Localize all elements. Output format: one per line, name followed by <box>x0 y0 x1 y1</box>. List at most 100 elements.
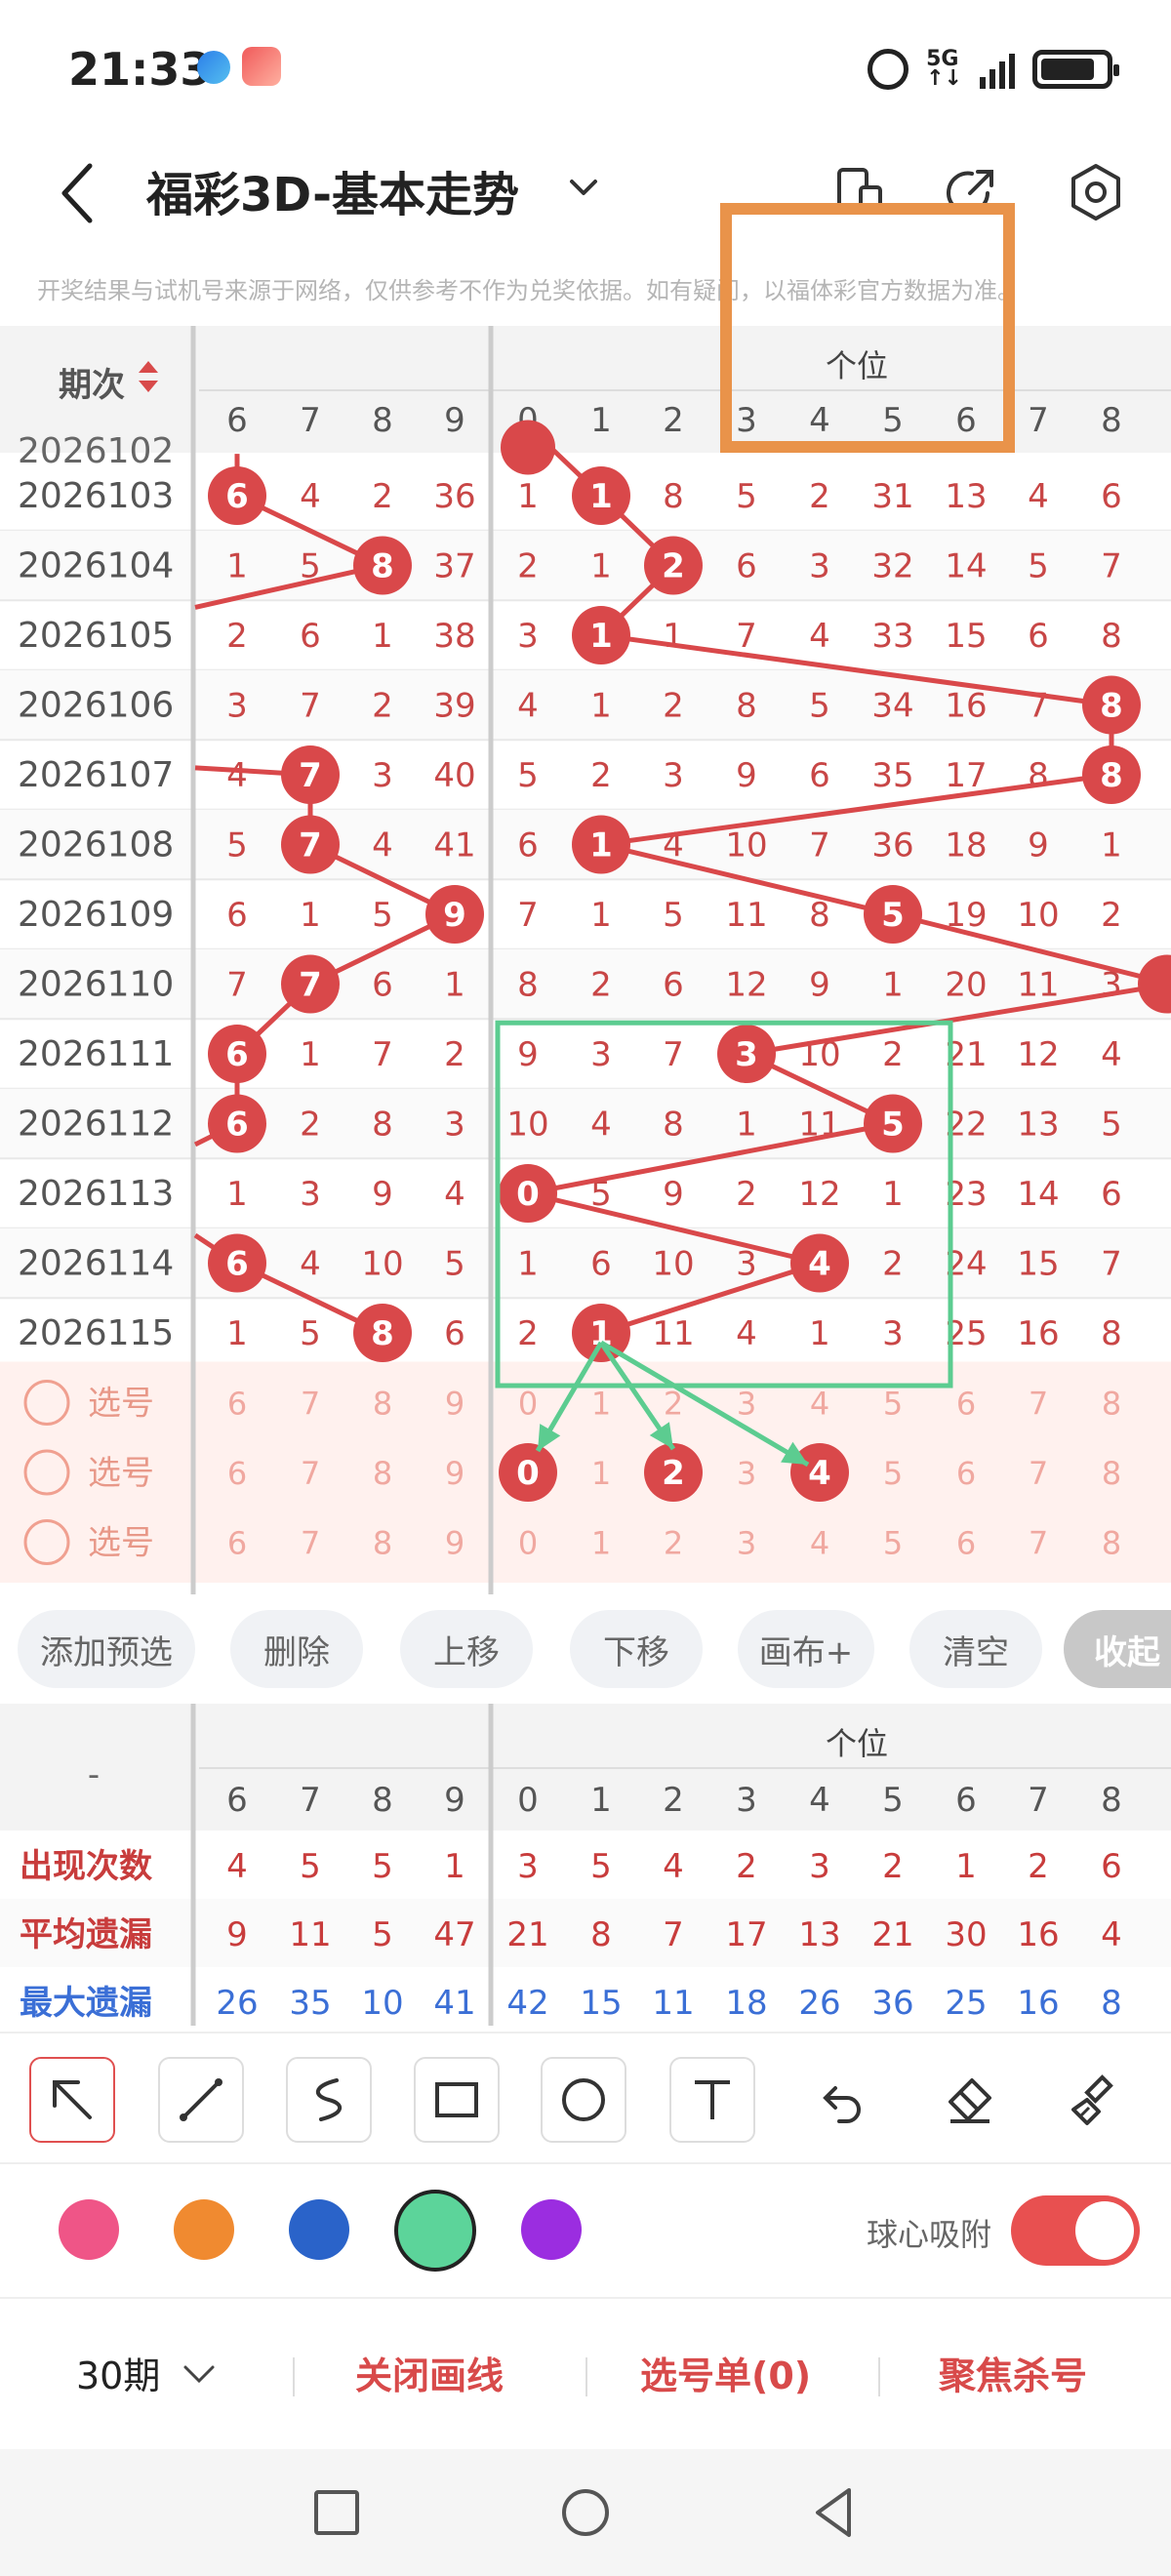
select-cell: 6 <box>227 1386 247 1423</box>
ball-label: 5 <box>881 1106 905 1145</box>
color-swatch-orange[interactable] <box>174 2199 234 2260</box>
canvas-add-button[interactable]: 画布+ <box>738 1610 874 1688</box>
cell: 8 <box>372 1106 393 1145</box>
cell: 3 <box>226 687 248 726</box>
move-down-button[interactable]: 下移 <box>570 1610 703 1688</box>
add-preselect-button[interactable]: 添加预选 <box>18 1610 195 1688</box>
stats-column-header: 8 <box>372 1781 393 1820</box>
select-cell: 2 <box>664 1525 683 1562</box>
stats-cell: 35 <box>289 1984 331 2023</box>
cell: 11 <box>1017 966 1059 1005</box>
ball-label: 1 <box>589 826 613 865</box>
back-icon[interactable] <box>49 154 107 232</box>
cell: 9 <box>809 966 830 1005</box>
stats-cell: 2 <box>882 1847 904 1886</box>
undo-button[interactable] <box>796 2057 882 2143</box>
ball-label: 8 <box>371 1314 394 1353</box>
ball-label: 6 <box>225 1106 249 1145</box>
color-swatch-green-selected[interactable] <box>394 2190 476 2272</box>
ball-label: 0 <box>516 1175 540 1214</box>
share-icon[interactable] <box>937 158 1005 226</box>
divider <box>293 2357 295 2396</box>
app-notification-icon <box>197 51 230 84</box>
color-swatch-pink[interactable] <box>59 2199 119 2260</box>
close-lines-button[interactable]: 关闭画线 <box>355 2346 504 2399</box>
cell: 6 <box>517 826 539 865</box>
phone-share-icon[interactable] <box>826 158 894 226</box>
eraser-button[interactable] <box>925 2057 1011 2143</box>
select-cell: 5 <box>883 1525 903 1562</box>
period-selector[interactable]: 30期 <box>76 2346 160 2399</box>
text-tool-button[interactable] <box>669 2057 755 2143</box>
settings-icon[interactable] <box>1062 158 1130 226</box>
cell: 1 <box>590 896 612 935</box>
trend-table[interactable]: 期次个位678901234567820261022026103642361185… <box>0 326 1171 1594</box>
cell: 4 <box>300 1245 321 1284</box>
arrow-tool-button[interactable] <box>29 2057 115 2143</box>
move-up-button[interactable]: 上移 <box>400 1610 533 1688</box>
select-cell: 1 <box>591 1386 611 1423</box>
cell: 5 <box>809 687 830 726</box>
cell: 4 <box>809 617 830 656</box>
line-tool-button[interactable] <box>158 2057 244 2143</box>
circle-tool-button[interactable] <box>541 2057 626 2143</box>
row-stripe <box>0 1228 1171 1299</box>
cell: 6 <box>444 1314 465 1353</box>
cell: 8 <box>663 1106 684 1145</box>
stats-cell: 30 <box>945 1915 987 1954</box>
cell: 10 <box>652 1245 694 1284</box>
cell: 1 <box>226 547 248 586</box>
stats-column-header: 8 <box>1101 1781 1122 1820</box>
select-cell: 3 <box>737 1386 756 1423</box>
delete-button[interactable]: 删除 <box>230 1610 363 1688</box>
status-time: 21:33 <box>68 43 212 96</box>
cell: 2 <box>809 477 830 516</box>
stats-column-header: 2 <box>663 1781 684 1820</box>
cell: 9 <box>372 1175 393 1214</box>
stats-row-label: 平均遗漏 <box>20 1915 152 1954</box>
ball-label: 1 <box>589 477 613 516</box>
brush-clear-button[interactable] <box>1052 2057 1138 2143</box>
color-swatch-purple[interactable] <box>521 2199 582 2260</box>
cell: 1 <box>372 617 393 656</box>
clear-button[interactable]: 清空 <box>909 1610 1042 1688</box>
chevron-down-icon[interactable] <box>180 2354 219 2393</box>
cell: 2 <box>590 756 612 795</box>
recents-icon[interactable] <box>303 2478 371 2547</box>
collapse-button[interactable]: 收起 <box>1064 1610 1171 1688</box>
cell: 14 <box>945 547 987 586</box>
brush-icon <box>1071 2074 1113 2125</box>
ticket-button[interactable]: 选号单(0) <box>640 2346 811 2399</box>
period-cell: 2026108 <box>18 825 174 865</box>
period-cell: 2026104 <box>18 546 174 586</box>
ball-label: 1 <box>589 617 613 656</box>
select-cell: 6 <box>956 1455 976 1492</box>
cell: 2 <box>444 1035 465 1074</box>
cell: 5 <box>736 477 757 516</box>
snap-toggle[interactable] <box>1011 2195 1140 2266</box>
home-icon[interactable] <box>551 2478 620 2547</box>
cell: 2 <box>517 1314 539 1353</box>
cell: 41 <box>433 826 475 865</box>
status-bar: 21:33 5G ↑↓ <box>0 0 1171 137</box>
curve-tool-button[interactable] <box>286 2057 372 2143</box>
select-cell: 4 <box>810 1386 829 1423</box>
select-label: 选号 <box>88 1385 154 1424</box>
page-title[interactable]: 福彩3D-基本走势 <box>146 156 519 224</box>
column-header: 8 <box>1101 401 1122 440</box>
rectangle-tool-button[interactable] <box>414 2057 500 2143</box>
cell: 1 <box>809 1314 830 1353</box>
cell: 17 <box>945 756 987 795</box>
trend-chart-svg[interactable]: 期次个位678901234567820261022026103642361185… <box>0 326 1171 1594</box>
column-header: 7 <box>300 401 321 440</box>
back-nav-icon[interactable] <box>800 2478 868 2547</box>
stats-cell: 4 <box>1101 1915 1122 1954</box>
cell: 12 <box>725 966 767 1005</box>
ball-label: 6 <box>225 1245 249 1284</box>
chevron-down-icon[interactable] <box>564 158 603 217</box>
select-cell: 6 <box>227 1455 247 1492</box>
stats-cell: 26 <box>798 1984 840 2023</box>
focus-kill-button[interactable]: 聚焦杀号 <box>939 2346 1087 2399</box>
color-swatch-blue[interactable] <box>289 2199 349 2260</box>
cell: 1 <box>663 617 684 656</box>
